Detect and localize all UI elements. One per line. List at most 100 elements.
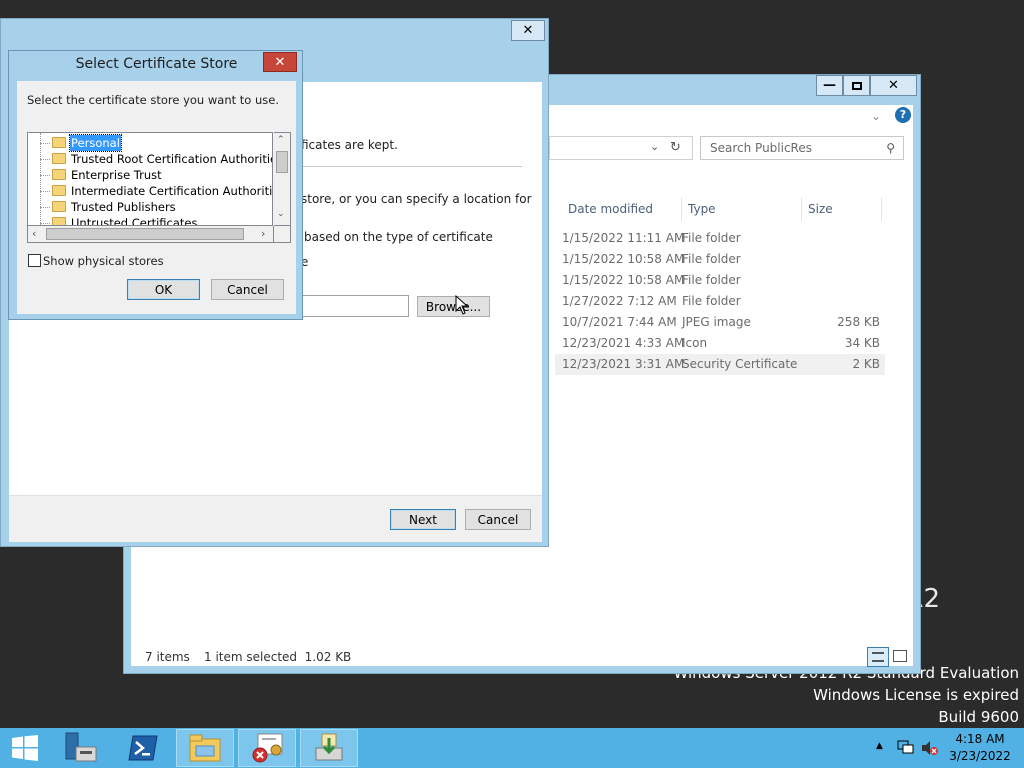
file-row[interactable]: 1/27/2022 7:12 AM File folder — [555, 291, 885, 312]
folder-icon — [52, 153, 66, 164]
file-row[interactable]: 12/23/2021 4:33 AM Icon 34 KB — [555, 333, 885, 354]
import-wizard-icon — [315, 733, 343, 761]
hscroll-thumb[interactable] — [46, 228, 244, 240]
large-icons-view-icon[interactable] — [893, 650, 907, 662]
tree-item-label: Trusted Root Certification Authorities — [71, 152, 273, 166]
select-certificate-store-dialog[interactable]: Select Certificate Store ✕ Select the ce… — [8, 50, 303, 320]
file-row-selected[interactable]: 12/23/2021 3:31 AM Security Certificate … — [555, 354, 885, 375]
tree-item-label: Untrusted Certificates — [71, 216, 198, 226]
file-date: 1/15/2022 10:58 AM — [562, 273, 685, 287]
status-item-count: 7 items — [145, 650, 190, 664]
show-physical-stores-checkbox[interactable] — [28, 254, 41, 267]
file-type: Security Certificate — [682, 357, 798, 371]
folder-icon — [52, 201, 66, 212]
wizard-divider — [299, 166, 522, 167]
file-type: File folder — [682, 273, 741, 287]
folder-icon — [52, 169, 66, 180]
scroll-right-icon[interactable]: › — [261, 227, 265, 240]
column-header-type[interactable]: Type — [682, 197, 802, 221]
file-date: 1/15/2022 11:11 AM — [562, 231, 685, 245]
file-size: 34 KB — [844, 336, 880, 350]
search-placeholder: Search PublicRes — [710, 141, 812, 155]
wizard-close-button[interactable]: ✕ — [511, 20, 545, 41]
folder-icon — [52, 185, 66, 196]
file-row[interactable]: 1/15/2022 10:58 AM File folder — [555, 270, 885, 291]
help-icon[interactable]: ? — [895, 107, 911, 123]
column-header-size[interactable]: Size — [802, 197, 882, 221]
file-date: 1/27/2022 7:12 AM — [562, 294, 677, 308]
address-bar[interactable]: ⌄ ↻ — [549, 136, 693, 160]
start-button[interactable] — [0, 729, 50, 767]
maximize-icon — [851, 81, 862, 90]
file-type: JPEG image — [682, 315, 751, 329]
clock-time[interactable]: 4:18 AM — [948, 732, 1012, 746]
clock-date[interactable]: 3/23/2022 — [948, 749, 1012, 763]
tree-vertical-scrollbar[interactable]: ⌃ ⌄ — [274, 132, 291, 226]
file-row[interactable]: 10/7/2021 7:44 AM JPEG image 258 KB — [555, 312, 885, 333]
file-type: Icon — [682, 336, 708, 350]
taskbar-certificates[interactable] — [238, 729, 296, 767]
address-dropdown-icon[interactable]: ⌄ — [650, 140, 659, 153]
wizard-text-based: based on the type of certificate — [304, 230, 493, 244]
tree-item-label: Enterprise Trust — [71, 168, 162, 182]
taskbar-file-explorer[interactable] — [176, 729, 234, 767]
maximize-button[interactable] — [843, 75, 870, 96]
certificate-icon — [252, 733, 283, 763]
expand-ribbon-icon[interactable]: ⌄ — [871, 109, 881, 123]
volume-muted-icon[interactable] — [921, 740, 939, 756]
next-button[interactable]: Next — [390, 509, 456, 530]
store-path-field[interactable] — [301, 295, 409, 317]
wizard-cancel-button[interactable]: Cancel — [465, 509, 531, 530]
taskbar-server-manager[interactable] — [52, 729, 110, 767]
close-icon: ✕ — [274, 54, 286, 70]
store-tree[interactable]: Personal Trusted Root Certification Auth… — [27, 132, 273, 226]
ok-button[interactable]: OK — [127, 279, 200, 300]
tree-item-label: Intermediate Certification Authorities — [71, 184, 273, 198]
file-row[interactable]: 1/15/2022 11:11 AM File folder — [555, 228, 885, 249]
file-size: 2 KB — [852, 357, 880, 371]
close-icon: ✕ — [522, 23, 534, 38]
file-type: File folder — [682, 294, 741, 308]
dialog-close-button[interactable]: ✕ — [263, 52, 297, 72]
wizard-text-kept: ficates are kept. — [301, 138, 398, 152]
show-physical-stores-label[interactable]: Show physical stores — [43, 254, 164, 268]
minimize-button[interactable]: — — [816, 75, 843, 96]
scrollbar-corner — [274, 226, 291, 243]
tree-item-label: Personal — [69, 134, 122, 152]
taskbar-import-wizard[interactable] — [300, 729, 358, 767]
tree-horizontal-scrollbar[interactable]: ‹ › — [27, 226, 274, 243]
watermark-license: Windows License is expired — [813, 686, 1019, 704]
tree-line — [40, 133, 41, 225]
file-date: 12/23/2021 4:33 AM — [562, 336, 685, 350]
details-view-icon[interactable] — [867, 647, 889, 667]
wizard-text-store: store, or you can specify a location for — [301, 192, 532, 206]
browse-button[interactable]: Browse... — [417, 296, 490, 317]
close-icon: ✕ — [888, 78, 899, 93]
scroll-down-icon[interactable]: ⌄ — [277, 209, 285, 219]
file-date: 12/23/2021 3:31 AM — [562, 357, 685, 371]
wizard-footer — [9, 495, 542, 542]
network-icon[interactable] — [897, 740, 915, 756]
scroll-up-icon[interactable]: ⌃ — [277, 135, 285, 145]
search-input[interactable]: Search PublicRes ⚲ — [700, 136, 904, 160]
file-date: 1/15/2022 10:58 AM — [562, 252, 685, 266]
dialog-instruction: Select the certificate store you want to… — [27, 93, 279, 107]
close-button[interactable]: ✕ — [870, 75, 917, 96]
taskbar: ▲ 4:18 AM 3/23/2022 — [0, 728, 1024, 768]
refresh-icon[interactable]: ↻ — [670, 140, 681, 155]
taskbar-powershell[interactable] — [114, 729, 172, 767]
scroll-thumb[interactable] — [276, 151, 288, 173]
column-header-date[interactable]: Date modified — [562, 197, 682, 221]
file-row[interactable]: 1/15/2022 10:58 AM File folder — [555, 249, 885, 270]
watermark-build: Build 9600 — [938, 708, 1019, 726]
file-explorer-icon — [189, 734, 221, 762]
folder-icon — [52, 217, 66, 225]
server-manager-icon — [65, 732, 97, 762]
file-type: File folder — [682, 231, 741, 245]
scroll-left-icon[interactable]: ‹ — [32, 227, 36, 240]
dialog-title: Select Certificate Store — [75, 56, 238, 72]
show-hidden-icons-icon[interactable]: ▲ — [876, 741, 883, 751]
tree-item-label: Trusted Publishers — [71, 200, 176, 214]
search-icon: ⚲ — [886, 141, 895, 155]
dialog-cancel-button[interactable]: Cancel — [211, 279, 284, 300]
